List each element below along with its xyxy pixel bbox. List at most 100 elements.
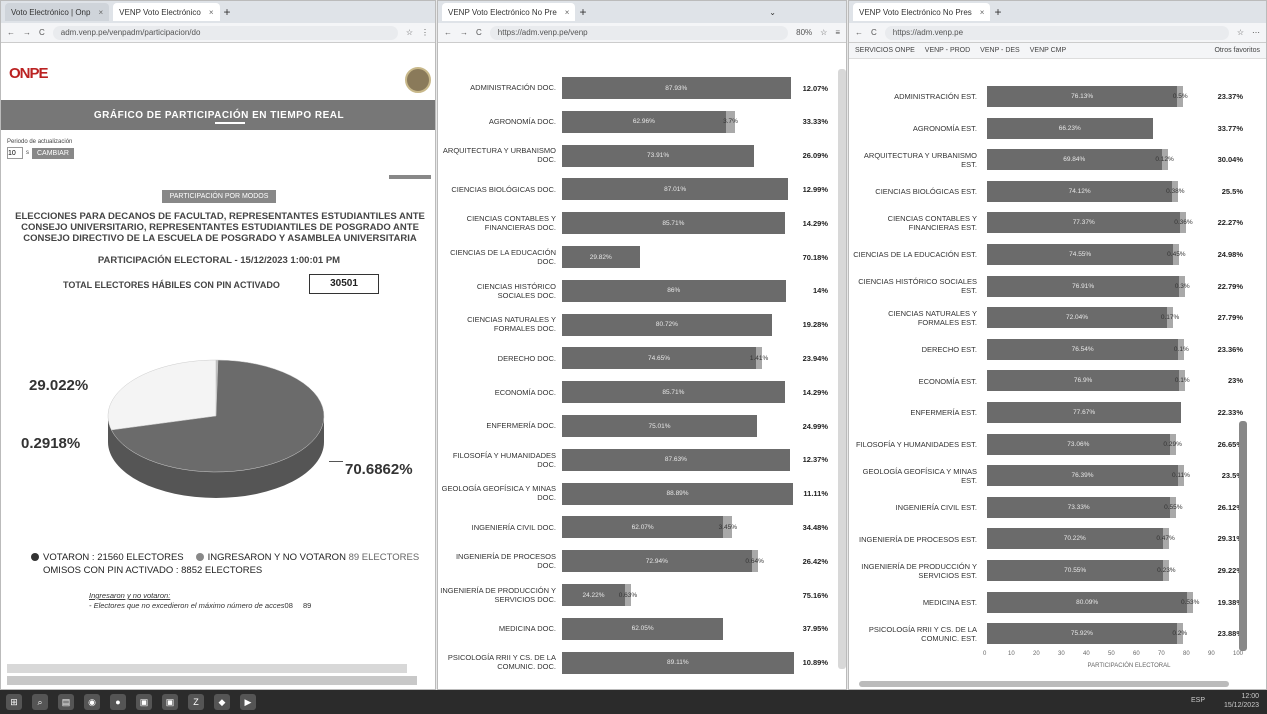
voted-value: 74.12%	[1068, 187, 1091, 195]
note-title: Ingresaron y no votaron:	[89, 591, 171, 600]
start-icon[interactable]: ⊞	[6, 694, 22, 710]
chevron-down-icon[interactable]: ⌄	[769, 8, 776, 17]
forward-icon[interactable]: →	[460, 28, 468, 37]
absent-value: 22.27%	[1217, 218, 1243, 228]
voted-value: 76.91%	[1072, 282, 1095, 290]
absent-value: 26.09%	[802, 151, 828, 161]
legend-absent: OMISOS CON PIN ACTIVADO : 8852 ELECTORES	[43, 565, 263, 576]
reload-icon[interactable]: C	[871, 28, 877, 37]
entered-value: 0.64%	[745, 557, 764, 565]
category-label: ENFERMERÍA DOC.	[486, 421, 556, 431]
menu-icon[interactable]: ⋮	[421, 28, 429, 37]
absent-value: 14%	[812, 286, 828, 296]
voted-value: 73.91%	[647, 152, 670, 160]
close-icon[interactable]: ×	[565, 8, 570, 17]
forward-icon[interactable]: →	[23, 28, 31, 37]
new-tab-icon[interactable]: +	[994, 5, 1001, 19]
tab-label: VENP Voto Electrónico No Pre	[448, 7, 557, 17]
close-icon[interactable]: ×	[209, 8, 214, 17]
chart-row: FILOSOFÍA Y HUMANIDADES EST. 73.06% 0.29% 2…	[849, 429, 1266, 463]
change-button[interactable]: CAMBIAR	[32, 147, 74, 159]
category-label: ARQUITECTURA Y URBANISMO EST.	[863, 150, 977, 169]
voted-value: 75.01%	[648, 422, 671, 430]
tab-venp-doc[interactable]: VENP Voto Electrónico No Pre ×	[442, 3, 576, 21]
voted-value: 62.96%	[632, 118, 655, 126]
url-input[interactable]: adm.venp.pe/venpadm/participacion/do	[52, 25, 398, 40]
browser-window-doc: VENP Voto Electrónico No Pre × + ⌄ ← → C …	[437, 0, 847, 690]
new-tab-icon[interactable]: +	[224, 5, 231, 19]
voted-value: 87.01%	[664, 185, 687, 193]
new-tab-icon[interactable]: +	[579, 5, 586, 19]
period-input[interactable]	[7, 147, 23, 159]
voted-value: 77.37%	[1072, 219, 1095, 227]
bookmark-item[interactable]: SERVICIOS ONPE	[855, 47, 915, 54]
category-label: MEDICINA DOC.	[498, 624, 556, 634]
zoom-indicator[interactable]: 80%	[796, 28, 812, 37]
legend-entered: INGRESARON Y NO VOTARON 89 ELECTORES	[195, 551, 419, 564]
app-icon[interactable]: ▣	[162, 694, 178, 710]
chart-row: CIENCIAS BIOLÓGICAS DOC. 87.01% 12.99%	[438, 172, 846, 206]
firefox-icon[interactable]: ●	[110, 694, 126, 710]
language-indicator[interactable]: ESP	[1191, 696, 1205, 705]
tab-venp[interactable]: VENP Voto Electrónico ×	[113, 3, 220, 21]
chart-row: CIENCIAS CONTABLES Y FINANCIERAS DOC. 85.…	[438, 206, 846, 240]
participation-by-mode-button[interactable]: PARTICIPACIÓN POR MODOS	[161, 190, 277, 203]
back-icon[interactable]: ←	[7, 28, 15, 37]
chart-row: GEOLOGÍA GEOFÍSICA Y MINAS EST. 76.39% 0.1…	[849, 460, 1266, 494]
back-icon[interactable]: ←	[855, 28, 863, 37]
back-icon[interactable]: ←	[444, 28, 452, 37]
chart-row: INGENIERÍA DE PRODUCCIÓN Y SERVICIOS DOC…	[438, 578, 846, 612]
category-label: AGRONOMÍA EST.	[912, 123, 977, 133]
absent-value: 23.5%	[1221, 471, 1243, 481]
entered-value: 0.47%	[1156, 535, 1175, 543]
voted-value: 87.93%	[665, 84, 688, 92]
legend-text: VOTARON : 21560 ELECTORES	[43, 552, 184, 563]
tab-bar: Voto Electrónico | Onp × VENP Voto Electr…	[1, 1, 435, 23]
page-title: GRÁFICO DE PARTICIPACIÓN EN TIEMPO REAL	[93, 109, 345, 121]
clock-date[interactable]: 15/12/2023	[1224, 701, 1259, 710]
url-input[interactable]: https://adm.venp.pe	[884, 25, 1229, 40]
horizontal-scrollbar-2[interactable]	[7, 676, 417, 685]
tab-onpe[interactable]: Voto Electrónico | Onp ×	[5, 3, 110, 21]
star-icon[interactable]: ☆	[1237, 28, 1244, 37]
chart-row: INGENIERÍA CIVIL EST. 73.33% 0.55% 26.12%	[849, 492, 1266, 526]
reload-icon[interactable]: C	[39, 28, 45, 37]
entered-value: 0.45%	[1167, 251, 1186, 258]
category-label: INGENIERÍA DE PRODUCCIÓN Y SERVICIOS EST…	[861, 561, 977, 580]
close-icon[interactable]: ×	[98, 8, 103, 17]
media-icon[interactable]: ▶	[240, 694, 256, 710]
address-bar-row: ← C https://adm.venp.pe ☆ ⋯	[849, 23, 1266, 43]
absent-value: 22.79%	[1217, 281, 1243, 291]
star-icon[interactable]: ☆	[820, 28, 827, 37]
app-icon[interactable]: ▣	[136, 694, 152, 710]
tab-label: Voto Electrónico | Onp	[11, 7, 91, 17]
horizontal-scrollbar[interactable]	[7, 664, 407, 673]
bookmark-item[interactable]: VENP CMP	[1030, 47, 1066, 54]
x-axis-tick: 60	[1133, 651, 1140, 657]
app-z-icon[interactable]: Z	[188, 694, 204, 710]
chrome-icon[interactable]: ◉	[84, 694, 100, 710]
category-label: PSICOLOGÍA RRII Y CS. DE LA COMUNIC. DOC…	[447, 653, 556, 672]
url-input[interactable]: https://adm.venp.pe/venp	[489, 25, 789, 40]
menu-icon[interactable]: ⋯	[1252, 28, 1260, 37]
menu-icon[interactable]: ≡	[835, 28, 840, 37]
legend-text: INGRESARON Y NO VOTARON	[207, 552, 346, 563]
tab-venp-est[interactable]: VENP Voto Electrónico No Pres ×	[853, 3, 991, 21]
bookmark-item[interactable]: VENP - PROD	[925, 47, 970, 54]
horizontal-scrollbar[interactable]	[859, 681, 1229, 687]
star-icon[interactable]: ☆	[406, 28, 413, 37]
search-icon[interactable]: ⌕	[32, 694, 48, 710]
tab-label: VENP Voto Electrónico	[119, 7, 201, 17]
file-explorer-icon[interactable]: ▤	[58, 694, 74, 710]
vertical-scrollbar[interactable]	[838, 69, 846, 669]
clock-time[interactable]: 12:00	[1224, 692, 1259, 701]
note-block: Ingresaron y no votaron: - Electores que…	[89, 591, 311, 611]
vertical-scrollbar[interactable]	[1239, 421, 1247, 651]
bookmark-item[interactable]: Otros favoritos	[1214, 47, 1260, 54]
reload-icon[interactable]: C	[476, 28, 482, 37]
app-icon[interactable]: ◆	[214, 694, 230, 710]
absent-value: 33.77%	[1217, 123, 1243, 133]
x-axis-tick: 30	[1058, 651, 1065, 657]
bookmark-item[interactable]: VENP - DES	[980, 47, 1020, 54]
close-icon[interactable]: ×	[980, 8, 985, 17]
